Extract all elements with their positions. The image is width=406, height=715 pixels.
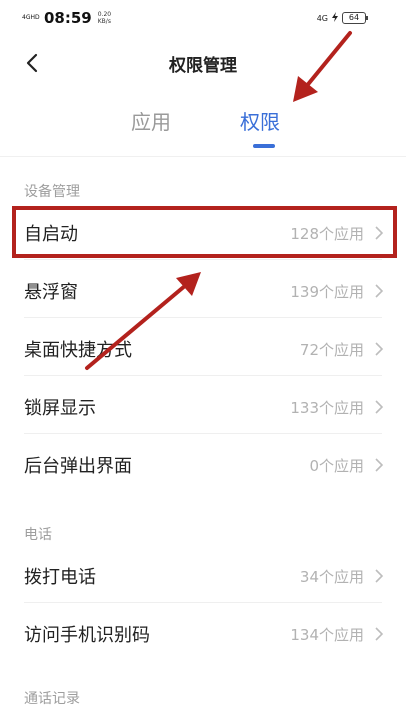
section-header-device: 设备管理: [24, 184, 80, 200]
list-item-label: 访问手机识别码: [24, 625, 150, 646]
network-type: 4GHD: [22, 14, 40, 21]
list-item-label: 拨打电话: [24, 567, 96, 588]
status-left: 4GHD 08:59 0.20 KB/s: [22, 9, 116, 27]
row-divider: [24, 317, 382, 318]
chevron-right-icon: [374, 283, 384, 298]
speed-unit: KB/s: [97, 18, 111, 25]
charging-icon: [332, 12, 338, 24]
row-divider: [24, 602, 382, 603]
page-title: 权限管理: [169, 56, 237, 76]
divider: [0, 156, 406, 157]
status-right: 4G 64: [316, 12, 368, 24]
tab-permissions[interactable]: 权限: [240, 106, 280, 135]
list-item-count: 0个应用: [309, 457, 364, 475]
list-item-count: 34个应用: [299, 568, 364, 586]
status-bar: 4GHD 08:59 0.20 KB/s 4G 64: [0, 0, 406, 36]
annotation-highlight-box: [12, 206, 397, 258]
list-item-make-calls[interactable]: 拨打电话 34个应用: [0, 547, 406, 603]
tab-active-indicator: [253, 144, 275, 148]
list-item-count: 134个应用: [290, 626, 364, 644]
list-item-background-popup[interactable]: 后台弹出界面 0个应用: [0, 436, 406, 492]
list-item-label: 后台弹出界面: [24, 456, 132, 477]
chevron-right-icon: [374, 626, 384, 641]
list-item-count: 72个应用: [299, 341, 364, 359]
row-divider: [24, 375, 382, 376]
list-item-count: 139个应用: [290, 283, 364, 301]
battery-icon: 64: [342, 12, 368, 24]
signal-indicator: 4G: [316, 13, 328, 23]
chevron-right-icon: [374, 341, 384, 356]
network-speed: 0.20 KB/s: [98, 11, 116, 25]
section-header-phone: 电话: [24, 527, 52, 543]
row-divider: [24, 433, 382, 434]
list-item-lockscreen-display[interactable]: 锁屏显示 133个应用: [0, 378, 406, 434]
tab-bar: 应用 权限: [0, 92, 406, 152]
row-divider: [24, 259, 382, 260]
list-item-floating-window[interactable]: 悬浮窗 139个应用: [0, 262, 406, 318]
list-item-label: 悬浮窗: [24, 282, 78, 303]
speed-value: 0.20: [97, 11, 112, 18]
list-item-device-id[interactable]: 访问手机识别码 134个应用: [0, 605, 406, 661]
section-header-call-log: 通话记录: [24, 691, 80, 707]
chevron-right-icon: [374, 568, 384, 583]
clock: 08:59: [44, 9, 92, 27]
chevron-right-icon: [374, 399, 384, 414]
tab-apps[interactable]: 应用: [131, 106, 171, 135]
list-item-label: 桌面快捷方式: [24, 340, 132, 361]
list-item-desktop-shortcut[interactable]: 桌面快捷方式 72个应用: [0, 320, 406, 376]
header: 权限管理: [0, 36, 406, 90]
list-item-label: 锁屏显示: [24, 398, 96, 419]
chevron-right-icon: [374, 457, 384, 472]
list-item-count: 133个应用: [290, 399, 364, 417]
